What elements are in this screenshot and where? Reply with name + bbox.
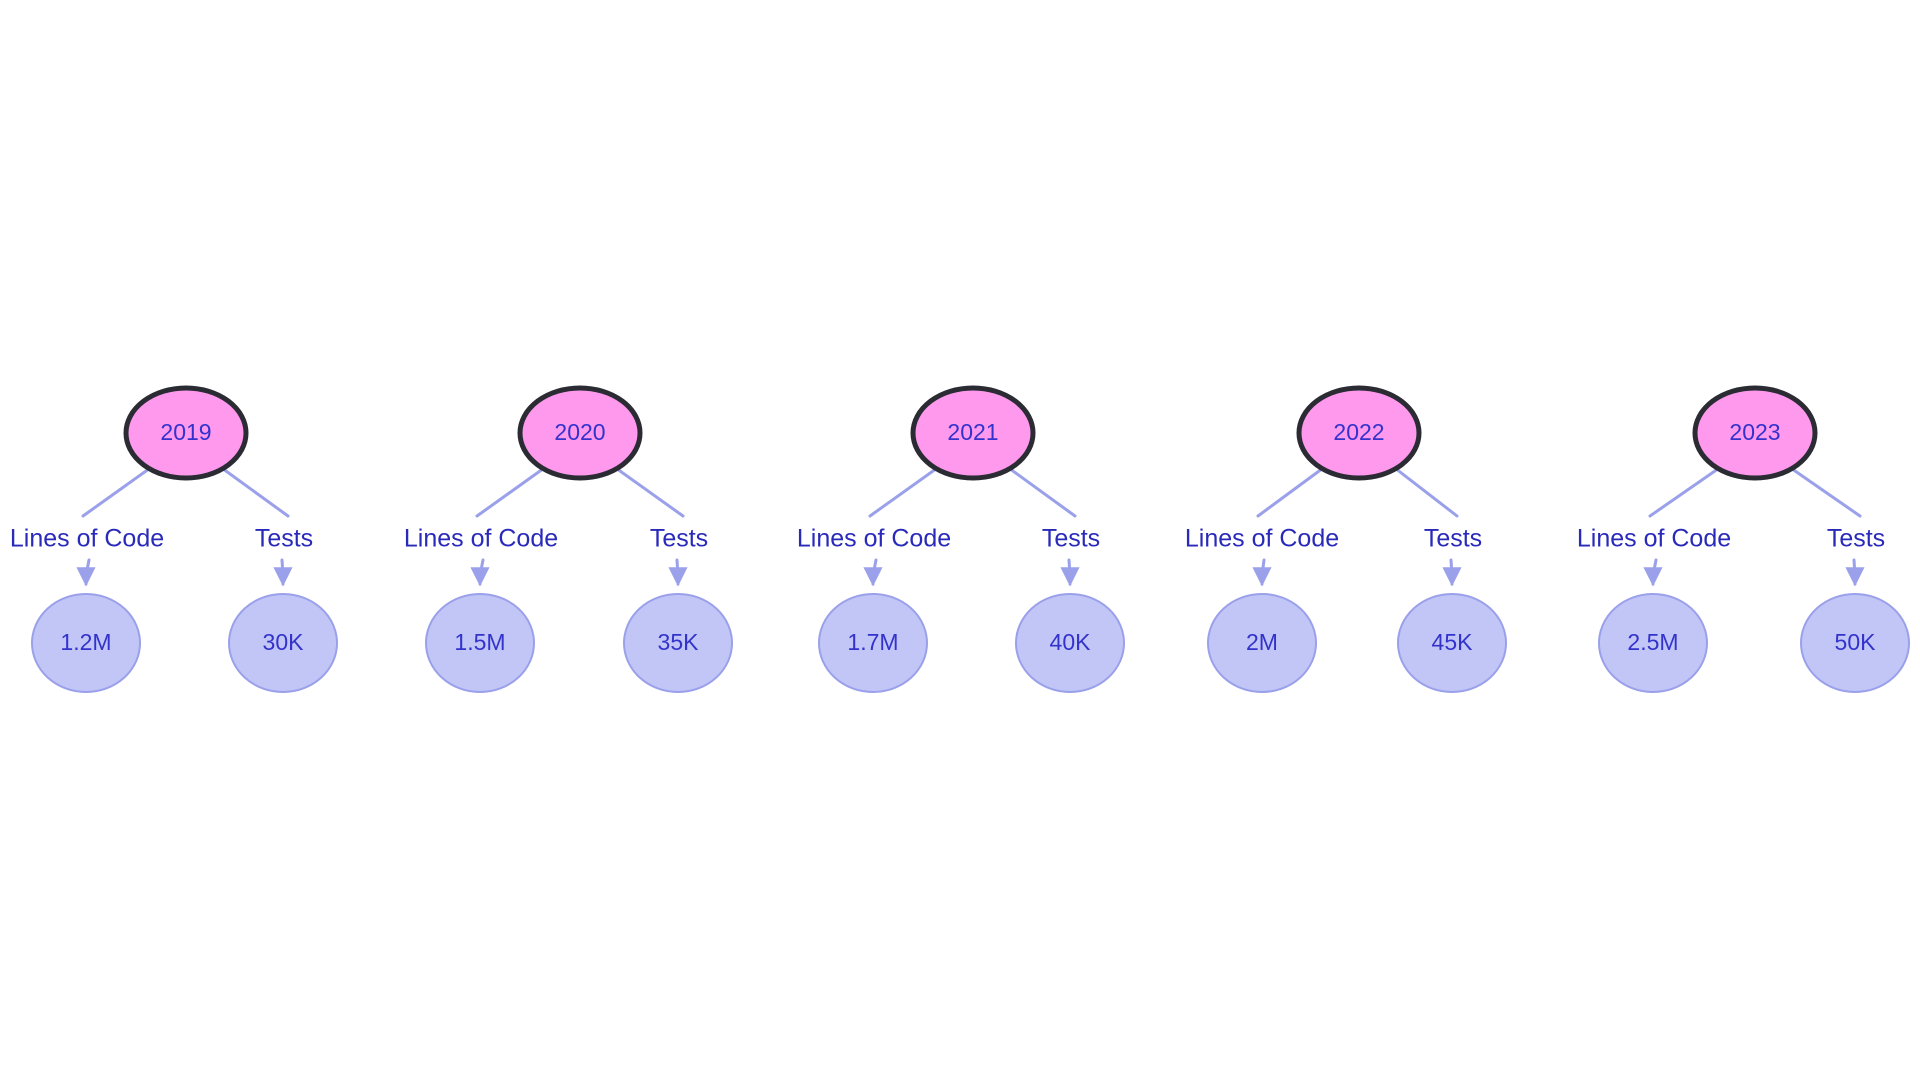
edge-g2019-1-lower [273,558,293,587]
edge-label-g2021-0: Lines of Code [797,525,951,553]
diagram-svg: 2019 1.2M 30K 2020 1.5M 35K 2021 1.7M 40K 2022 2M 4… [10,385,1910,693]
node-child-label-g2023-0: 2.5M [1627,629,1678,655]
edge-label-g2021-1: Tests [1042,525,1100,553]
node-root-label-g2021: 2021 [947,419,998,445]
edge-label-g2023-0: Lines of Code [1577,525,1731,553]
diagram-canvas: 2019 1.2M 30K 2020 1.5M 35K 2021 1.7M 40K 2022 2M 4… [0,0,1920,1080]
node-root-g2020[interactable]: 2020 [517,385,643,481]
edge-g2023-0-lower [1643,558,1663,587]
node-child-label-g2020-1: 35K [658,629,700,655]
edge-g2022-1-lower [1442,558,1462,587]
node-root-label-g2019: 2019 [160,419,211,445]
node-child-label-g2023-1: 50K [1835,629,1877,655]
edge-g2023-0-upper [1648,467,1720,518]
node-root-label-g2022: 2022 [1333,419,1384,445]
node-child-g2020-0[interactable]: 1.5M [425,593,535,693]
edge-g2021-0-upper [868,467,938,518]
node-child-label-g2021-1: 40K [1050,629,1092,655]
edge-g2019-0-upper [81,467,151,518]
edge-label-g2020-1: Tests [650,525,708,553]
node-root-g2023[interactable]: 2023 [1692,385,1818,481]
edge-g2020-1-upper [615,467,685,518]
node-child-label-g2020-0: 1.5M [454,629,505,655]
edge-g2023-1-upper [1790,467,1862,518]
node-child-label-g2019-1: 30K [263,629,305,655]
edge-g2022-0-lower [1252,558,1272,587]
node-child-g2019-1[interactable]: 30K [228,593,338,693]
edge-g2020-0-lower [470,558,490,587]
node-child-g2021-1[interactable]: 40K [1015,593,1125,693]
edge-g2021-1-upper [1008,467,1077,518]
edge-g2019-0-lower [76,558,96,587]
node-root-label-g2020: 2020 [554,419,605,445]
node-child-g2020-1[interactable]: 35K [623,593,733,693]
node-child-label-g2022-1: 45K [1432,629,1474,655]
edge-label-g2022-0: Lines of Code [1185,525,1339,553]
node-child-g2022-1[interactable]: 45K [1397,593,1507,693]
node-child-g2023-0[interactable]: 2.5M [1598,593,1708,693]
node-child-label-g2022-0: 2M [1246,629,1278,655]
edge-label-g2023-1: Tests [1827,525,1885,553]
edge-g2020-1-lower [668,558,688,587]
edge-label-g2019-1: Tests [255,525,313,553]
edge-label-g2022-1: Tests [1424,525,1482,553]
node-root-label-g2023: 2023 [1729,419,1780,445]
node-child-label-g2021-0: 1.7M [847,629,898,655]
edge-g2021-0-lower [863,558,883,587]
edge-label-g2020-0: Lines of Code [404,525,558,553]
node-child-g2022-0[interactable]: 2M [1207,593,1317,693]
node-child-g2021-0[interactable]: 1.7M [818,593,928,693]
edge-g2020-0-upper [475,467,545,518]
edge-g2022-1-upper [1394,467,1459,518]
node-root-g2022[interactable]: 2022 [1296,385,1422,481]
edge-labels-layer: Lines of Code Tests Lines of Code Tests Line… [10,525,1885,553]
edge-g2022-0-upper [1256,467,1324,518]
node-root-g2019[interactable]: 2019 [123,385,249,481]
node-child-g2023-1[interactable]: 50K [1800,593,1910,693]
edge-g2019-1-upper [221,467,290,518]
edge-g2023-1-lower [1845,558,1865,587]
node-root-g2021[interactable]: 2021 [910,385,1036,481]
node-child-label-g2019-0: 1.2M [60,629,111,655]
node-child-g2019-0[interactable]: 1.2M [31,593,141,693]
edge-g2021-1-lower [1060,558,1080,587]
edge-label-g2019-0: Lines of Code [10,525,164,553]
